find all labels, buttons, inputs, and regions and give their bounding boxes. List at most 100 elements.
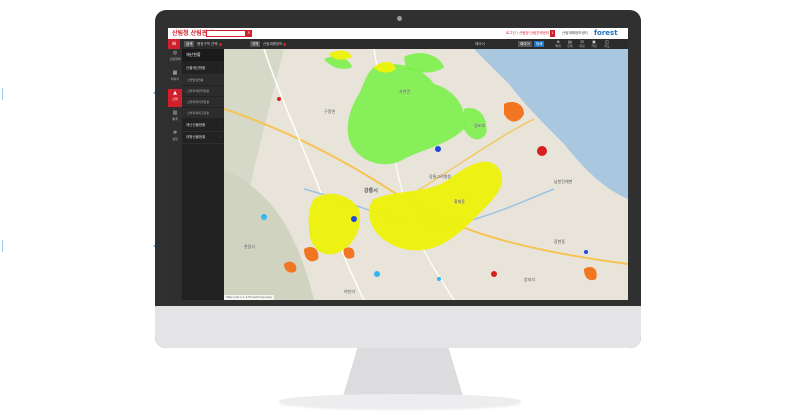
zone-red: [491, 271, 497, 277]
nav-chip-search[interactable]: 검색: [184, 41, 195, 47]
panel-item-label: 대형산불현황: [186, 135, 206, 139]
brand-logo: forest: [594, 29, 618, 37]
tool-label: 측정: [579, 44, 585, 48]
nav-crumb-info[interactable]: 산림재해정보: [263, 41, 287, 47]
panel-item-label: 재난산불현황: [186, 123, 206, 127]
chevron-right-icon: ›: [219, 123, 221, 128]
zone-orange: [504, 102, 524, 122]
rail-item-stats[interactable]: ▥ 통계: [168, 109, 182, 127]
layers-icon: ▦: [172, 70, 178, 76]
map-canvas: [224, 49, 628, 300]
map-label-city: 강릉시: [364, 188, 378, 194]
zone-green: [347, 64, 465, 165]
gear-icon: ✲: [172, 130, 178, 136]
tool-measure[interactable]: ⊟ 측정: [576, 40, 588, 49]
screen: 산림청 산림관제 ⌕ 로그인 | 산림청 산림관제센터 1 산림재해정보센터 f…: [168, 28, 628, 300]
search-input[interactable]: [206, 30, 246, 37]
layer-button[interactable]: 레이어: [518, 41, 532, 47]
rail-label: 설정: [172, 137, 178, 141]
status-url: http://10.1.1.1/forest/mapview: [224, 295, 274, 300]
panel-sub-item[interactable]: 산불발생현황: [182, 75, 224, 85]
chevron-right-icon: ›: [219, 135, 221, 140]
side-line-left-1: [2, 88, 3, 100]
rail-label: 산불: [172, 97, 178, 101]
tool-label: 확대: [555, 44, 561, 48]
rail-label: 통계: [172, 117, 178, 121]
map-label-hospital: 강릉고려병원: [429, 174, 452, 179]
login-link[interactable]: 로그인 | 산림청 산림관제센터: [506, 31, 549, 35]
rail-item-fire[interactable]: ▲ 산불: [168, 89, 182, 107]
menu-panel: 재난현황 산불재난현황 › 산불발생현황 산불피해면적현황 산불피해지역현황 산불…: [182, 49, 224, 300]
tool-print[interactable]: ▤ 인쇄: [564, 40, 576, 49]
rail-label: 산림재해: [169, 57, 181, 61]
nav-crumb-region[interactable]: 행정구역 선택: [197, 41, 222, 47]
tool-label: 지도: [604, 44, 610, 48]
zone-red: [277, 97, 281, 101]
top-links[interactable]: 로그인 | 산림청 산림관제센터 1: [506, 30, 555, 37]
nav-crumb-region-label: 행정구역 선택: [197, 42, 218, 46]
tool-zoom[interactable]: ⊕ 확대: [552, 40, 564, 49]
camera-icon: [397, 16, 402, 21]
panel-item-label: 산불재난현황: [186, 66, 206, 70]
panel-sub-item[interactable]: 산불피해복구현황: [182, 108, 224, 118]
red-dot-icon-2: [283, 42, 287, 46]
map-label-gwaneum: 관음리: [244, 244, 256, 249]
rail-item-layers[interactable]: ▦ 레이어: [168, 69, 182, 87]
map-label-sacheon: 사천면: [399, 89, 411, 94]
zone-cyan: [261, 214, 267, 220]
zone-blue: [435, 146, 441, 152]
terrain-2: [224, 169, 314, 300]
zone-green: [404, 53, 444, 73]
panel-item-disaster-fire[interactable]: 재난산불현황 ›: [182, 120, 224, 132]
zone-cyan: [374, 271, 380, 277]
icon-rail: ◎ 산림재해 ▦ 레이어 ▲ 산불 ▥ 통계 ✲ 설정: [168, 49, 182, 300]
nav-bar: ≡ 검색 행정구역 선택 지역 산림재해정보 레이어 레이어 범례 ⊕ 확대 ▤ 인…: [168, 39, 628, 49]
chart-icon: ▥: [172, 110, 178, 116]
rail-item-settings[interactable]: ✲ 설정: [168, 129, 182, 147]
panel-sub-item[interactable]: 산불피해지역현황: [182, 97, 224, 107]
nav-crumb-info-label: 산림재해정보: [263, 42, 283, 46]
map-label-janghyeon: 장현동: [554, 239, 566, 244]
fire-icon: ▲: [173, 90, 177, 96]
map-view[interactable]: 강릉시 강릉고려병원 경포호 구정면 사천면 관음리 여찬리 남항진해변 양지리…: [224, 49, 628, 300]
side-line-left-2: [2, 240, 3, 252]
rail-item-disaster[interactable]: ◎ 산림재해: [168, 49, 182, 67]
tool-label: 저장: [591, 44, 597, 48]
monitor-stand: [343, 348, 463, 396]
map-label-yangji: 양지리: [524, 277, 536, 282]
menu-button[interactable]: ≡: [168, 39, 180, 49]
map-label-hongje: 홍제동: [454, 199, 466, 204]
globe-icon: ◎: [172, 50, 178, 56]
panel-sub-item[interactable]: 산불피해면적현황: [182, 86, 224, 96]
zone-cyan: [437, 277, 441, 281]
info-center-link[interactable]: 산림재해정보센터: [562, 30, 588, 37]
tool-map[interactable]: ◫ 지도: [601, 40, 613, 49]
panel-item-fire-status[interactable]: 산불재난현황 ›: [182, 63, 224, 75]
map-label-gujeong: 구정면: [324, 109, 336, 114]
zone-blue: [351, 216, 357, 222]
zone-yellow: [308, 193, 361, 255]
map-label-lake: 경포호: [474, 123, 486, 128]
monitor-frame: 산림청 산림관제 ⌕ 로그인 | 산림청 산림관제센터 1 산림재해정보센터 f…: [155, 10, 641, 348]
search-button[interactable]: ⌕: [246, 30, 252, 37]
red-dot-icon: [218, 42, 222, 46]
legend-button[interactable]: 범례: [534, 41, 545, 47]
chevron-down-icon: ›: [219, 66, 221, 71]
zone-blue: [584, 250, 588, 254]
nav-chip-area[interactable]: 지역: [250, 41, 261, 47]
map-label-beach: 남항진해변: [554, 179, 573, 184]
monitor-base: [279, 394, 521, 408]
layer-label: 레이어: [475, 42, 485, 46]
zone-red: [537, 146, 547, 156]
hamburger-icon: ≡: [171, 40, 177, 47]
tool-save[interactable]: ▣ 저장: [588, 40, 600, 49]
notification-badge: 1: [550, 30, 555, 37]
map-label-yeochan: 여찬리: [344, 289, 356, 294]
monitor-chin: [155, 306, 641, 348]
search-icon: ⌕: [247, 30, 251, 36]
tool-label: 인쇄: [567, 44, 573, 48]
panel-item-large-fire[interactable]: 대형산불현황 ›: [182, 132, 224, 144]
zone-orange: [584, 267, 597, 281]
zone-orange: [304, 247, 319, 262]
panel-title: 재난현황: [182, 49, 224, 61]
